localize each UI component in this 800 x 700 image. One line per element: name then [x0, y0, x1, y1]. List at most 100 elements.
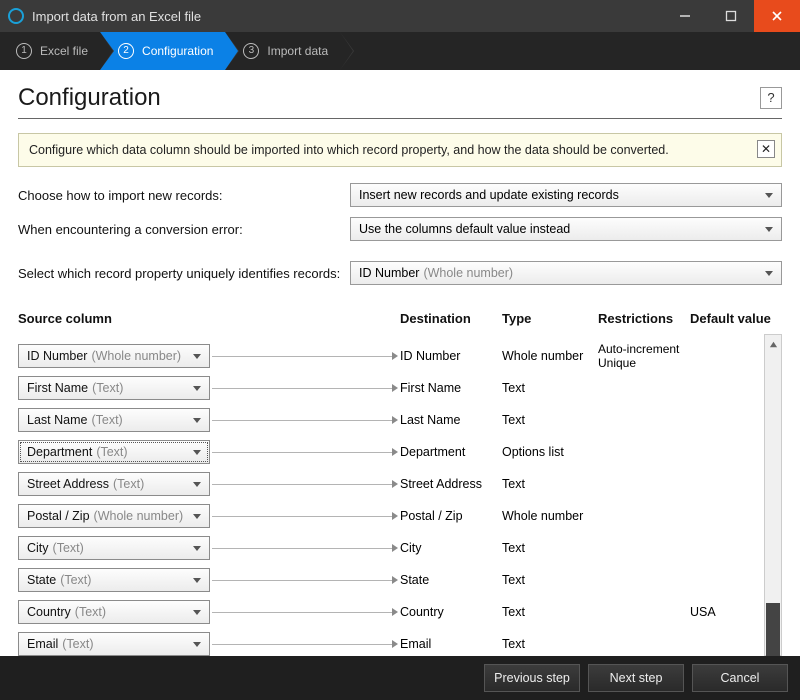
source-column-select[interactable]: Last Name (Text)	[18, 408, 210, 432]
type-value: Text	[502, 573, 598, 587]
destination-value: First Name	[400, 381, 502, 395]
source-name: City	[27, 541, 49, 555]
source-column-select[interactable]: First Name (Text)	[18, 376, 210, 400]
source-column-select[interactable]: Postal / Zip(Whole number)	[18, 504, 210, 528]
source-column-select[interactable]: Country (Text)	[18, 600, 210, 624]
info-close-button[interactable]: ✕	[757, 140, 775, 158]
destination-value: Street Address	[400, 477, 502, 491]
close-icon	[771, 10, 783, 22]
unique-property-label: Select which record property uniquely id…	[18, 266, 350, 281]
header-type: Type	[502, 311, 598, 326]
source-type: (Text)	[62, 637, 93, 651]
conversion-error-label: When encountering a conversion error:	[18, 222, 350, 237]
destination-value: Department	[400, 445, 502, 459]
next-step-button[interactable]: Next step	[588, 664, 684, 692]
header-source: Source column	[18, 311, 400, 326]
arrow-icon	[210, 568, 400, 592]
mapping-row: State(Text)StateText	[18, 564, 764, 596]
conversion-error-select[interactable]: Use the columns default value instead	[350, 217, 782, 241]
select-value: ID Number	[359, 266, 419, 280]
mapping-row: Street Address(Text)Street AddressText	[18, 468, 764, 500]
destination-value: Postal / Zip	[400, 509, 502, 523]
source-name: First Name	[27, 381, 88, 395]
content-area: Configuration ? Configure which data col…	[0, 70, 800, 656]
mapping-table-header: Source column Destination Type Restricti…	[18, 305, 782, 334]
window: Import data from an Excel file 1 Excel f…	[0, 0, 800, 700]
previous-step-button[interactable]: Previous step	[484, 664, 580, 692]
footer: Previous step Next step Cancel	[0, 656, 800, 700]
source-type: (Text)	[75, 605, 106, 619]
arrow-icon	[210, 440, 400, 464]
chevron-up-icon	[769, 340, 778, 349]
destination-value: City	[400, 541, 502, 555]
mapping-row: Country(Text)CountryTextUSA	[18, 596, 764, 628]
source-name: Country	[27, 605, 71, 619]
source-type: (Whole number)	[91, 349, 181, 363]
step-excel-file[interactable]: 1 Excel file	[4, 32, 100, 70]
source-type: (Text)	[113, 477, 144, 491]
arrow-icon	[210, 344, 400, 368]
type-value: Whole number	[502, 509, 598, 523]
source-column-select[interactable]: State (Text)	[18, 568, 210, 592]
minimize-button[interactable]	[662, 0, 708, 32]
help-button[interactable]: ?	[760, 87, 782, 109]
destination-value: Email	[400, 637, 502, 651]
titlebar: Import data from an Excel file	[0, 0, 800, 32]
wizard-steps: 1 Excel file 2 Configuration 3 Import da…	[0, 32, 800, 70]
arrow-icon	[210, 504, 400, 528]
unique-property-select[interactable]: ID Number (Whole number)	[350, 261, 782, 285]
source-column-select[interactable]: Street Address (Text)	[18, 472, 210, 496]
mapping-row: ID Number(Whole number)ID NumberWhole nu…	[18, 340, 764, 372]
step-number: 1	[16, 43, 32, 59]
divider	[18, 118, 782, 119]
scroll-thumb[interactable]	[766, 603, 780, 656]
source-column-select[interactable]: Department (Text)	[18, 440, 210, 464]
scroll-track[interactable]	[765, 353, 781, 637]
maximize-button[interactable]	[708, 0, 754, 32]
source-column-select[interactable]: ID Number (Whole number)	[18, 344, 210, 368]
header-destination: Destination	[400, 311, 502, 326]
arrow-icon	[210, 600, 400, 624]
mapping-row: First Name(Text)First NameText	[18, 372, 764, 404]
source-column-select[interactable]: Email (Text)	[18, 632, 210, 656]
vertical-scrollbar[interactable]	[764, 334, 782, 656]
source-type: (Text)	[92, 381, 123, 395]
type-value: Options list	[502, 445, 598, 459]
mapping-rows: ID Number (Whole number) ID Number Whole nu…	[18, 334, 764, 656]
source-type: (Text)	[96, 445, 127, 459]
mapping-row: Postal / Zip(Whole number)Postal / ZipWh…	[18, 500, 764, 532]
source-name: Postal / Zip	[27, 509, 90, 523]
page-title: Configuration	[18, 84, 760, 112]
arrow-icon	[210, 408, 400, 432]
import-mode-select[interactable]: Insert new records and update existing r…	[350, 183, 782, 207]
type-value: Text	[502, 637, 598, 651]
mapping-row: City(Text)CityText	[18, 532, 764, 564]
arrow-icon	[210, 376, 400, 400]
maximize-icon	[725, 10, 737, 22]
mapping-row: Last Name(Text)Last NameText	[18, 404, 764, 436]
source-name: Street Address	[27, 477, 109, 491]
source-name: Email	[27, 637, 58, 651]
source-type: (Text)	[60, 573, 91, 587]
destination-value: ID Number	[400, 349, 502, 363]
type-value: Text	[502, 381, 598, 395]
step-number: 3	[243, 43, 259, 59]
source-name: Last Name	[27, 413, 87, 427]
close-button[interactable]	[754, 0, 800, 32]
info-text: Configure which data column should be im…	[29, 143, 669, 157]
step-import-data[interactable]: 3 Import data	[225, 32, 340, 70]
source-name: Department	[27, 445, 92, 459]
select-value: Use the columns default value instead	[359, 222, 570, 236]
source-type: (Text)	[53, 541, 84, 555]
header-restrictions: Restrictions	[598, 311, 690, 326]
cancel-button[interactable]: Cancel	[692, 664, 788, 692]
scroll-up-button[interactable]	[765, 335, 781, 353]
source-name: State	[27, 573, 56, 587]
type-value: Text	[502, 477, 598, 491]
source-type: (Text)	[91, 413, 122, 427]
destination-value: State	[400, 573, 502, 587]
arrow-icon	[210, 472, 400, 496]
source-column-select[interactable]: City (Text)	[18, 536, 210, 560]
step-configuration[interactable]: 2 Configuration	[100, 32, 225, 70]
source-name: ID Number	[27, 349, 87, 363]
